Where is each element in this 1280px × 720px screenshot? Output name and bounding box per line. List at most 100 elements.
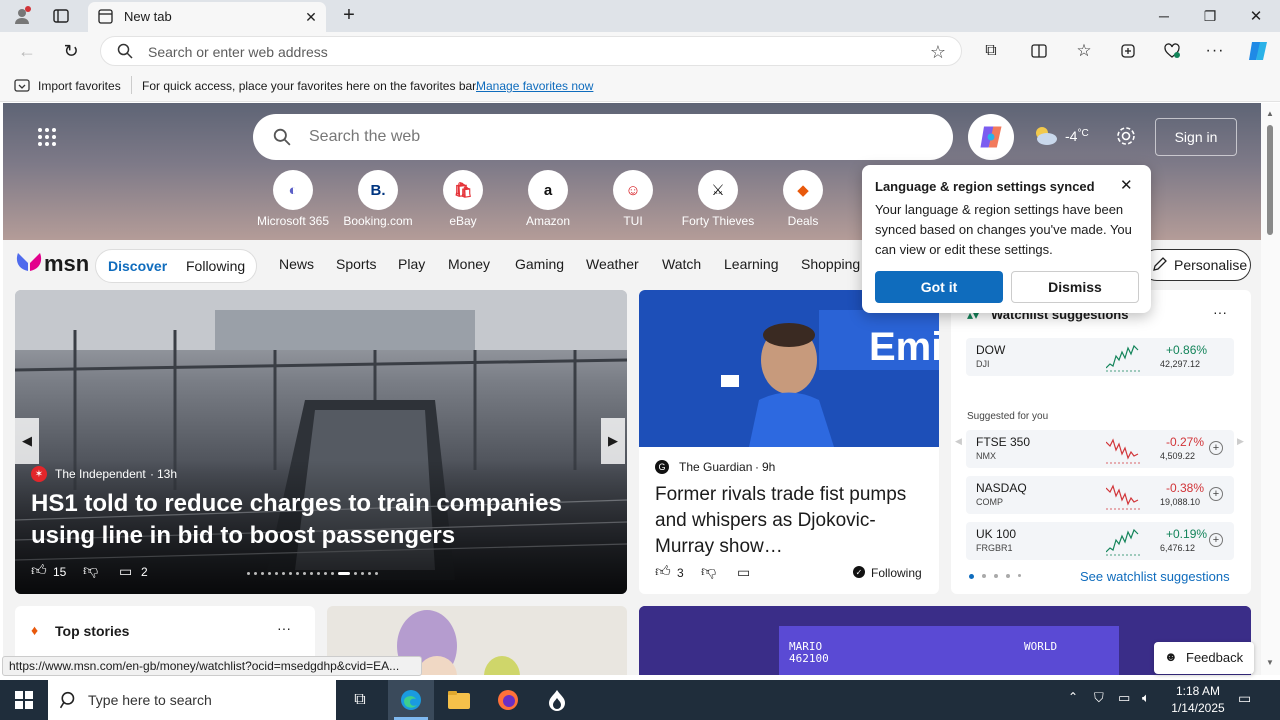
collections-icon[interactable]	[1117, 40, 1139, 62]
manage-favorites-link[interactable]: Manage favorites now	[476, 79, 593, 93]
nav-gaming[interactable]: Gaming	[515, 256, 564, 272]
independent-logo-icon: ✶	[31, 466, 47, 482]
quick-link-ebay[interactable]: 🛍 eBay	[423, 170, 503, 228]
import-favorites-button[interactable]: Import favorites	[38, 79, 121, 93]
feedback-icon: ☻	[1164, 649, 1178, 664]
close-window-icon[interactable]: ✕	[1244, 5, 1268, 27]
address-bar[interactable]: Search or enter web address ☆	[100, 36, 962, 66]
extensions-icon[interactable]: ⧉	[980, 40, 1002, 62]
back-icon[interactable]: ←	[16, 40, 38, 62]
notifications-icon[interactable]: ▭	[1238, 690, 1251, 707]
hero-headline[interactable]: HS1 told to reduce charges to train comp…	[31, 488, 621, 552]
taskbar-search-box[interactable]: Type here to search	[48, 680, 336, 720]
nav-learning[interactable]: Learning	[724, 256, 779, 272]
dismiss-button[interactable]: Dismiss	[1011, 271, 1139, 303]
quick-link-deals[interactable]: ◆ Deals	[763, 170, 843, 228]
nav-shopping[interactable]: Shopping	[801, 256, 860, 272]
firefox-icon[interactable]	[485, 680, 531, 720]
tab-actions-icon[interactable]	[50, 5, 72, 27]
stock-row-ftse[interactable]: FTSE 350 NMX -0.27% 4,509.22 +	[966, 430, 1234, 468]
nav-play[interactable]: Play	[398, 256, 425, 272]
quick-link-booking-com[interactable]: B. Booking.com	[338, 170, 418, 228]
favorite-star-icon[interactable]: ☆	[927, 41, 949, 63]
next-arrow-icon[interactable]: ▶	[1237, 436, 1244, 447]
weather-cloud-icon[interactable]	[1031, 124, 1059, 148]
quick-link-label: Amazon	[525, 214, 571, 228]
quick-link-microsoft-365[interactable]: ◐ Microsoft 365	[253, 170, 333, 228]
stock-row-dow[interactable]: DOW DJI +0.86% 42,297.12	[966, 338, 1234, 376]
scrollbar[interactable]: ▲ ▼	[1261, 103, 1280, 675]
story-likes: 3	[677, 566, 684, 580]
windows-start-icon[interactable]	[0, 680, 48, 720]
sign-in-button[interactable]: Sign in	[1155, 118, 1237, 156]
more-options-icon[interactable]: ···	[277, 620, 291, 636]
apps-launcher-icon[interactable]	[37, 127, 57, 150]
profile-icon[interactable]	[10, 5, 34, 27]
favorites-icon[interactable]: ☆	[1073, 40, 1095, 62]
performance-icon[interactable]	[1161, 40, 1183, 62]
stock-row-nasdaq[interactable]: NASDAQ COMP -0.38% 19,088.10 +	[966, 476, 1234, 514]
settings-gear-icon[interactable]	[1115, 125, 1137, 150]
story-card[interactable]: Emi G The Guardian · 9h Former rivals tr…	[639, 290, 939, 594]
weather-temp[interactable]: -4°C	[1065, 128, 1089, 144]
network-icon[interactable]: ▭	[1118, 690, 1130, 706]
more-options-icon[interactable]: ···	[1213, 304, 1227, 320]
scroll-up-icon[interactable]: ▲	[1266, 109, 1274, 118]
hero-story-card[interactable]: ◀ ▶ ✶ The Independent · 13h HS1 told to …	[15, 290, 627, 594]
got-it-button[interactable]: Got it	[875, 271, 1003, 303]
nav-sports[interactable]: Sports	[336, 256, 376, 272]
quick-link-forty-thieves[interactable]: ⚔ Forty Thieves	[678, 170, 758, 228]
prev-arrow-icon[interactable]: ◀	[955, 436, 962, 447]
restore-icon[interactable]: ❐	[1198, 5, 1222, 27]
comment-icon[interactable]: ▭	[119, 563, 132, 580]
add-to-watchlist-icon[interactable]: +	[1209, 441, 1223, 455]
more-menu-icon[interactable]: ···	[1204, 40, 1226, 62]
add-to-watchlist-icon[interactable]: +	[1209, 533, 1223, 547]
scroll-down-icon[interactable]: ▼	[1266, 658, 1274, 667]
nav-watch[interactable]: Watch	[662, 256, 701, 272]
following-label[interactable]: Following	[871, 566, 922, 580]
quick-link-tui[interactable]: ☺ TUI	[593, 170, 673, 228]
web-search-box[interactable]: Search the web	[253, 114, 953, 160]
add-to-watchlist-icon[interactable]: +	[1209, 487, 1223, 501]
comment-off-icon[interactable]: ▭	[737, 564, 750, 581]
edge-taskbar-icon[interactable]	[388, 680, 434, 720]
tab-following[interactable]: Following	[186, 258, 245, 274]
personalise-button[interactable]: Personalise	[1141, 249, 1251, 281]
tab-discover[interactable]: Discover	[108, 258, 167, 274]
msn-logo[interactable]: msn	[16, 251, 89, 278]
clock[interactable]: 1:18 AM 1/14/2025	[1166, 683, 1230, 717]
story-headline[interactable]: Former rivals trade fist pumps and whisp…	[655, 482, 927, 560]
see-watchlist-link[interactable]: See watchlist suggestions	[1080, 569, 1230, 584]
msn-page: Search the web -4°C Sign in ◐ Microsoft 3…	[3, 103, 1261, 675]
tab-new-tab[interactable]: New tab ✕	[88, 2, 326, 32]
minimize-icon[interactable]: ─	[1152, 5, 1176, 27]
volume-icon[interactable]: 🔈︎	[1142, 690, 1150, 706]
nav-money[interactable]: Money	[448, 256, 490, 272]
task-view-icon[interactable]: ⧉	[340, 680, 380, 720]
refresh-icon[interactable]: ↻	[60, 40, 82, 62]
nav-weather[interactable]: Weather	[586, 256, 639, 272]
split-screen-icon[interactable]	[1028, 40, 1050, 62]
scrollbar-thumb[interactable]	[1267, 125, 1273, 235]
copilot-icon[interactable]	[1245, 38, 1271, 64]
carousel-next-button[interactable]: ▶	[601, 418, 625, 464]
dislike-icon[interactable]: 👎︎	[83, 562, 98, 580]
copilot-button[interactable]	[968, 114, 1014, 160]
feedback-button[interactable]: ☻ Feedback	[1154, 642, 1254, 674]
amazon-icon: a	[528, 170, 568, 210]
carousel-prev-button[interactable]: ◀	[15, 418, 39, 464]
stock-row-uk100[interactable]: UK 100 FRGBR1 +0.19% 6,476.12 +	[966, 522, 1234, 560]
quick-link-amazon[interactable]: a Amazon	[508, 170, 588, 228]
nav-news[interactable]: News	[279, 256, 314, 272]
dislike-icon[interactable]: 👎︎	[701, 563, 716, 581]
app-flame-icon[interactable]	[534, 680, 580, 720]
new-tab-icon[interactable]: +	[338, 4, 360, 26]
close-tab-icon[interactable]: ✕	[302, 8, 320, 26]
security-icon[interactable]: ⛉	[1094, 690, 1104, 706]
popup-close-icon[interactable]: ✕	[1120, 176, 1133, 194]
chevron-up-icon[interactable]: ⌃	[1068, 690, 1078, 704]
file-explorer-icon[interactable]	[436, 680, 482, 720]
like-icon[interactable]: 👍︎	[31, 562, 47, 580]
like-icon[interactable]: 👍︎	[655, 563, 671, 581]
